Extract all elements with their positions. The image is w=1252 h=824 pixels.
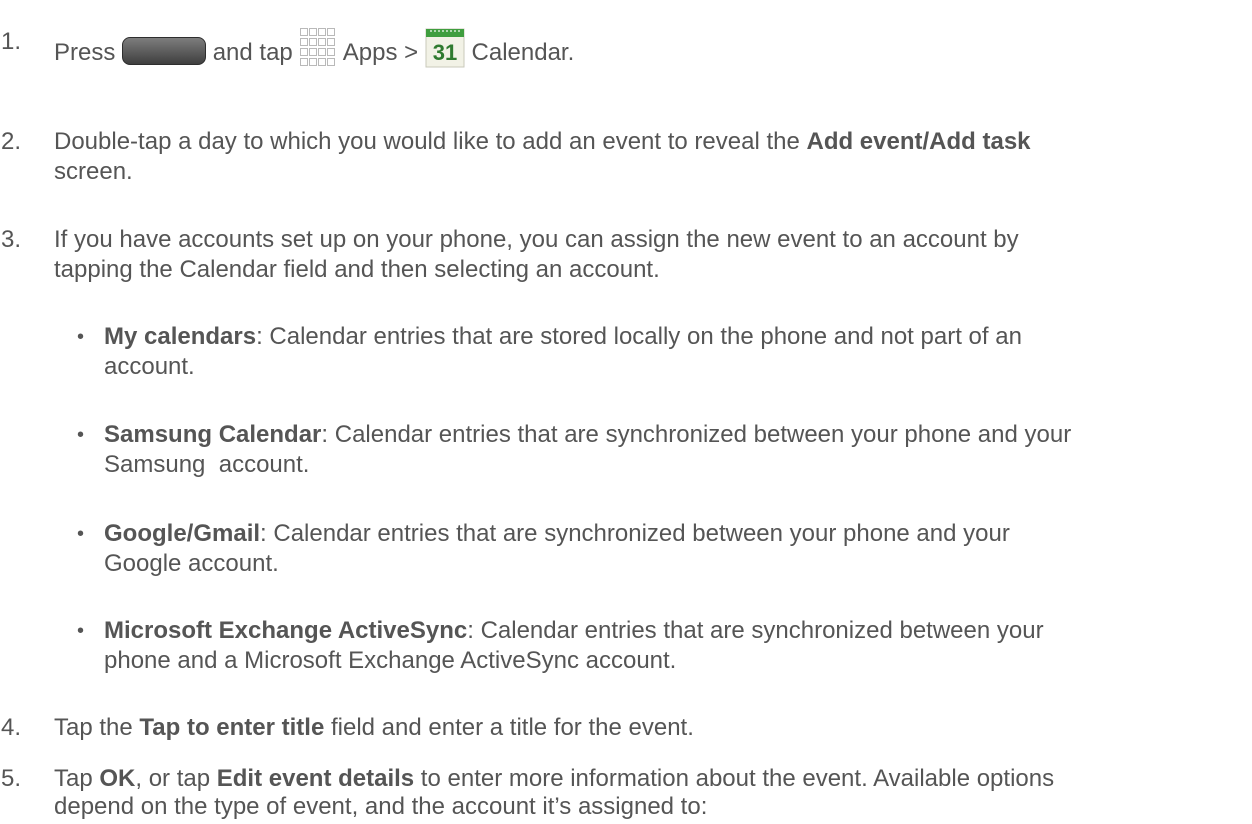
bullet-text: : Calendar entries that are stored local…	[256, 323, 1022, 350]
step-text-part: , or tap	[135, 765, 217, 792]
bullet-samsung-calendar: Samsung Calendar: Calendar entries that …	[77, 420, 1244, 480]
step-5: 5. Tap OK, or tap Edit event details to …	[0, 764, 1245, 824]
edit-event-details-label: Edit event details	[216, 765, 415, 792]
bullet-title: My calendars	[104, 323, 257, 350]
press-text: Press	[54, 39, 116, 66]
step-number: 1.	[1, 28, 22, 55]
bullet-text-line2: account.	[104, 353, 195, 380]
ok-label: OK	[99, 765, 136, 792]
bullet-text: : Calendar entries that are synchronized…	[321, 421, 1072, 448]
bullet-text-line2: phone and a Microsoft Exchange ActiveSyn…	[104, 647, 677, 674]
step-text: Double-tap a day to which you would like…	[54, 127, 1244, 157]
step-text: If you have accounts set up on your phon…	[54, 226, 1019, 253]
bullet-text: : Calendar entries that are synchronized…	[260, 520, 1010, 547]
step-number: 4.	[1, 714, 22, 741]
step-text-line2: depend on the type of event, and the acc…	[54, 793, 708, 820]
bullet-title: Microsoft Exchange ActiveSync	[104, 617, 468, 644]
bullet-title: Google/Gmail	[104, 520, 261, 547]
step-number: 2.	[1, 128, 22, 155]
and-tap-text: and tap	[212, 39, 293, 66]
bullet-my-calendars: My calendars: Calendar entries that are …	[77, 322, 1244, 382]
step-3: 3. If you have accounts set up on your p…	[0, 225, 1245, 285]
step-4: 4. Tap the Tap to enter title field and …	[0, 713, 1245, 743]
step-2: 2. Double-tap a day to which you would l…	[0, 127, 1245, 187]
svg-text:31: 31	[433, 40, 457, 65]
step-text-part: Double-tap a day to which you would like…	[54, 128, 807, 155]
bullet-text: : Calendar entries that are synchronized…	[467, 617, 1044, 644]
step-text: Tap OK, or tap Edit event details to ent…	[54, 764, 1244, 794]
step-text-part: to enter more information about the even…	[414, 765, 1055, 792]
apps-grid-icon	[299, 27, 338, 68]
step-text-line2: tapping the Calendar field and then sele…	[54, 256, 660, 283]
step-text: Press and tap Apps > 31 Calendar.	[54, 27, 1244, 68]
step-text-part: Tap	[54, 765, 100, 792]
step-number: 5.	[1, 765, 22, 792]
step-number: 3.	[1, 226, 22, 253]
home-key-icon	[122, 37, 207, 65]
step-text: Tap the Tap to enter title field and ent…	[54, 713, 1244, 743]
calendar-icon: 31	[425, 28, 465, 68]
bullet-google-gmail: Google/Gmail: Calendar entries that are …	[77, 519, 1244, 579]
bullet-text-line2: Samsung account.	[104, 451, 310, 478]
calendar-text: Calendar.	[471, 39, 575, 66]
tap-to-enter-title-label: Tap to enter title	[139, 714, 325, 741]
step-text-line2: screen.	[54, 158, 133, 185]
bullet-microsoft-exchange: Microsoft Exchange ActiveSync: Calendar …	[77, 616, 1244, 676]
bullet-text-line2: Google account.	[104, 550, 279, 577]
step-text-part: Tap the	[54, 714, 140, 741]
step-text-part: field and enter a title for the event.	[324, 714, 694, 741]
bullet-title: Samsung Calendar	[104, 421, 322, 448]
step-1: 1. Press and tap Apps > 31 Calendar.	[0, 15, 1245, 68]
apps-text: Apps >	[342, 39, 419, 66]
add-event-label: Add event/Add task	[806, 128, 1031, 155]
